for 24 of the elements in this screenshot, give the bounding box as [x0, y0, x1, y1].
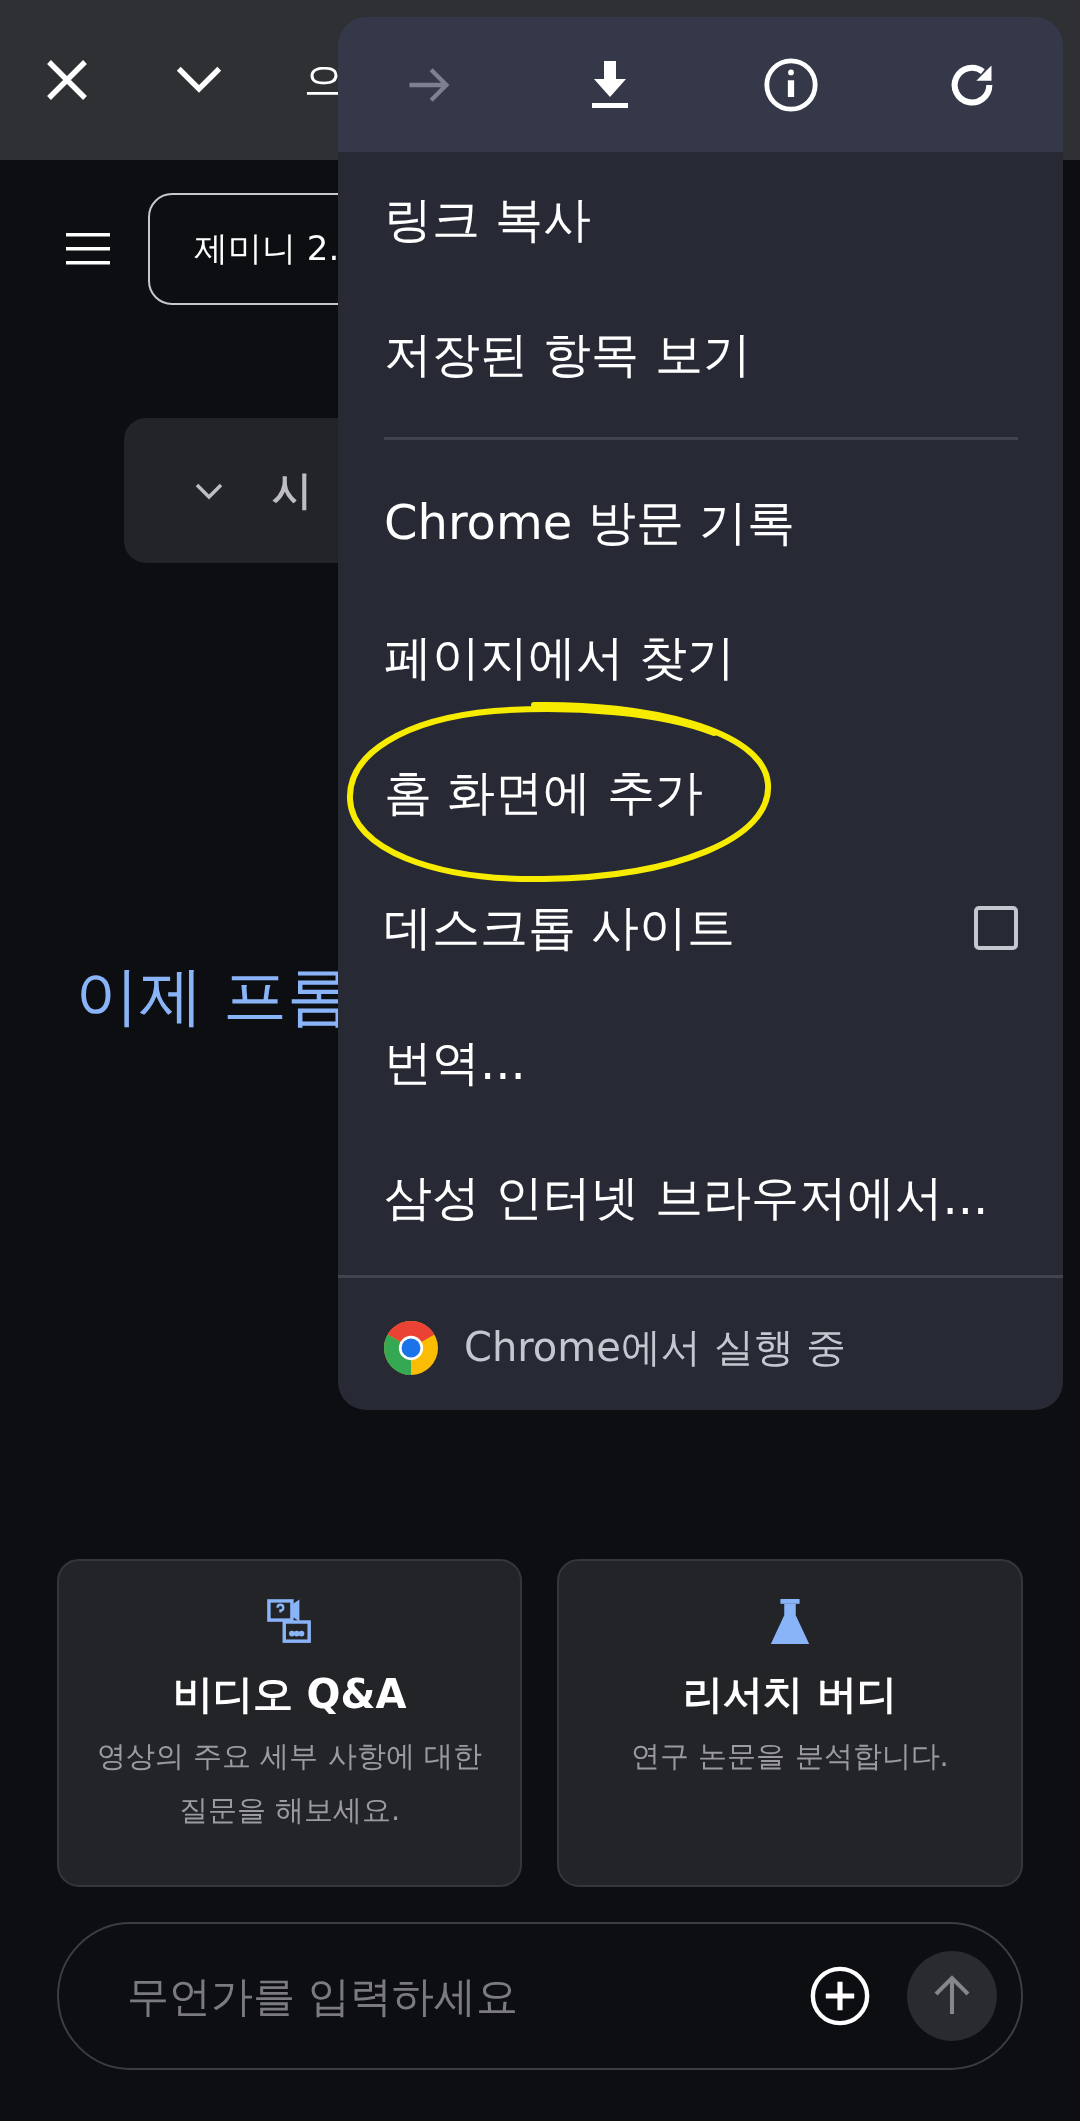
panel-label: 시 — [272, 466, 312, 515]
prompt-input[interactable]: 무언가를 입력하세요 — [125, 1970, 773, 2022]
menu-icon[interactable] — [66, 233, 110, 265]
card-description: 영상의 주요 세부 사항에 대한 질문을 해보세요. — [96, 1738, 483, 1829]
video-question-icon — [266, 1599, 313, 1645]
chrome-logo-icon — [384, 1320, 438, 1375]
menu-item[interactable]: 삼성 인터넷 브라우저에서... — [338, 1130, 1063, 1265]
info-icon — [762, 55, 821, 114]
suggestion-card[interactable]: 리서치 버디 연구 논문을 분석합니다. — [557, 1559, 1023, 1887]
menu-item[interactable]: 번역... — [338, 995, 1063, 1130]
card-title: 비디오 Q&A — [172, 1670, 407, 1719]
checkbox[interactable] — [974, 905, 1018, 950]
menu-item[interactable]: 데스크톱 사이트 — [338, 860, 1063, 995]
add-button[interactable] — [809, 1965, 871, 2027]
menu-item[interactable]: 페이지에서 찾기 — [338, 590, 1063, 725]
card-description: 연구 논문을 분석합니다. — [631, 1738, 949, 1775]
plus-icon — [809, 1965, 871, 2027]
suggestion-card[interactable]: 비디오 Q&A 영상의 주요 세부 사항에 대한 질문을 해보세요. — [57, 1559, 522, 1887]
toolbar-button[interactable] — [762, 55, 821, 114]
menu-footer-text: Chrome에서 실행 중 — [464, 1323, 847, 1372]
card-title: 리서치 버디 — [683, 1670, 897, 1719]
page-title: 으 — [304, 55, 344, 105]
menu-item[interactable]: Chrome 방문 기록 — [338, 455, 1063, 590]
menu-item[interactable]: 홈 화면에 추가 — [338, 725, 1063, 860]
